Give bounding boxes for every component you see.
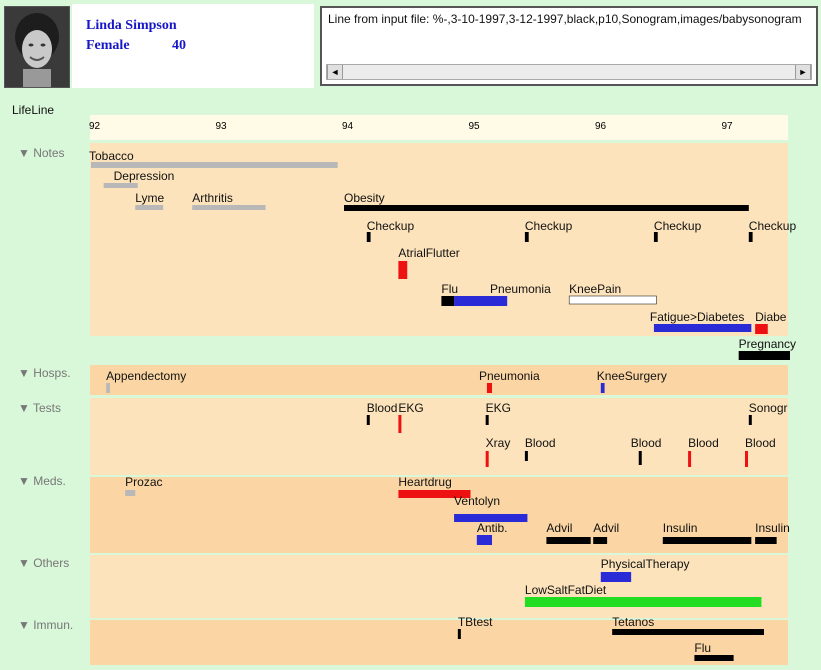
patient-info-panel: Linda Simpson Female 40	[72, 4, 314, 88]
event-label[interactable]: Tobacco	[89, 149, 134, 163]
event-label[interactable]: Insulin	[755, 521, 790, 535]
event-label[interactable]: Pregnancy	[739, 337, 796, 351]
input-line-text: Line from input file: %-,3-10-1997,3-12-…	[328, 12, 802, 26]
event-label[interactable]: Heartdrug	[398, 475, 451, 489]
scroll-left-arrow-icon[interactable]: ◄	[327, 65, 343, 79]
event-label[interactable]: Tetanos	[612, 615, 654, 629]
event-label[interactable]: Depression	[114, 169, 175, 183]
patient-name: Linda Simpson	[86, 18, 177, 33]
horizontal-scrollbar[interactable]: ◄ ►	[326, 64, 812, 80]
event-label[interactable]: Xray	[486, 436, 511, 450]
event-label[interactable]: Diabe	[755, 310, 786, 324]
event-label[interactable]: Pneumonia	[490, 282, 551, 296]
year-tick-label: 93	[215, 121, 227, 132]
section-toggle[interactable]: ▼ Others	[18, 556, 69, 570]
event-label[interactable]: Pneumonia	[479, 369, 540, 383]
event-label[interactable]: Flu	[441, 282, 458, 296]
year-tick-label: 97	[721, 121, 733, 132]
event-label[interactable]: Obesity	[344, 191, 385, 205]
event-label[interactable]: Checkup	[654, 219, 701, 233]
year-tick-label: 94	[342, 121, 354, 132]
event-label[interactable]: EKG	[486, 401, 511, 415]
patient-photo	[4, 6, 70, 88]
event-label[interactable]: PhysicalTherapy	[601, 557, 690, 571]
year-tick-label: 92	[89, 121, 101, 132]
scroll-right-arrow-icon[interactable]: ►	[795, 65, 811, 79]
event-label[interactable]: Blood	[745, 436, 776, 450]
event-label[interactable]: TBtest	[458, 615, 493, 629]
event-label[interactable]: Flu	[694, 641, 711, 655]
event-label[interactable]: Blood	[631, 436, 662, 450]
event-label[interactable]: Insulin	[663, 521, 698, 535]
event-label[interactable]: Blood	[688, 436, 719, 450]
year-tick-label: 96	[595, 121, 607, 132]
section-toggle[interactable]: ▼ Tests	[18, 401, 61, 415]
event-label[interactable]: Appendectomy	[106, 369, 186, 383]
event-label[interactable]: Fatigue>Diabetes	[650, 310, 744, 324]
year-tick-label: 95	[468, 121, 480, 132]
section-toggle[interactable]: ▼ Notes	[18, 146, 65, 160]
patient-sex: Female	[86, 38, 130, 53]
event-label[interactable]: Blood	[525, 436, 556, 450]
event-label[interactable]: Antib.	[477, 521, 508, 535]
event-label[interactable]: Ventolyn	[454, 494, 500, 508]
event-label[interactable]: EKG	[398, 401, 423, 415]
event-label[interactable]: Blood	[367, 401, 398, 415]
lifeline-title: LifeLine	[12, 103, 55, 117]
event-label[interactable]: Advil	[593, 521, 619, 535]
event-label[interactable]: AtrialFlutter	[398, 246, 459, 260]
event-label[interactable]: Checkup	[525, 219, 572, 233]
section-toggle[interactable]: ▼ Immun.	[18, 618, 73, 632]
event-label[interactable]: Advil	[546, 521, 572, 535]
event-label[interactable]: LowSaltFatDiet	[525, 583, 606, 597]
event-label[interactable]: Checkup	[749, 219, 796, 233]
event-label[interactable]: KneeSurgery	[597, 369, 667, 383]
section-toggle[interactable]: ▼ Hosps.	[18, 366, 71, 380]
patient-header: Linda Simpson Female 40 Line from input …	[0, 0, 821, 92]
patient-age: 40	[172, 38, 186, 53]
event-label[interactable]: Lyme	[135, 191, 164, 205]
lifeline-timeline: ▼ Notes ▼ Hosps. ▼ Tests ▼ Meds. ▼ Others ▼ I…	[18, 115, 796, 665]
event-label[interactable]: Checkup	[367, 219, 414, 233]
section-toggle[interactable]: ▼ Meds.	[18, 474, 66, 488]
event-label[interactable]: Sonogr	[749, 401, 788, 415]
event-label[interactable]: KneePain	[569, 282, 621, 296]
event-label[interactable]: Prozac	[125, 475, 162, 489]
event-label[interactable]: Arthritis	[192, 191, 233, 205]
input-line-textbox[interactable]: Line from input file: %-,3-10-1997,3-12-…	[320, 6, 818, 86]
